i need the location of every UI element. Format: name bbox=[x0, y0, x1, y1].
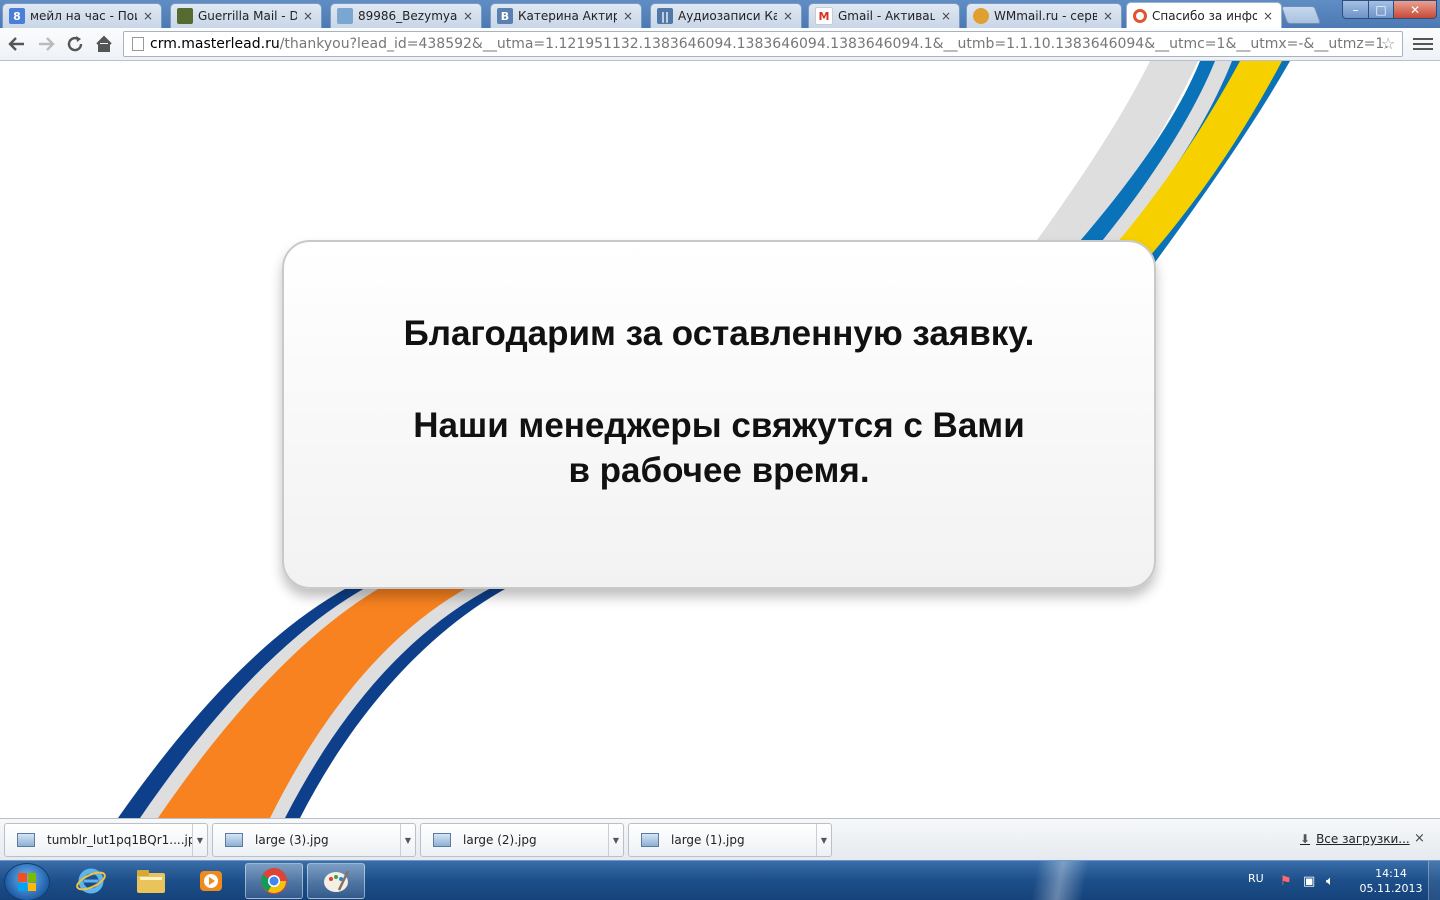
page-icon bbox=[132, 37, 144, 51]
tab-close-icon[interactable]: × bbox=[1101, 9, 1115, 23]
download-filename: large (2).jpg bbox=[463, 833, 537, 847]
close-window-button[interactable]: ✕ bbox=[1393, 0, 1437, 19]
file-explorer-icon[interactable] bbox=[122, 863, 180, 899]
show-desktop-button[interactable] bbox=[1428, 861, 1440, 900]
dropdown-arrow-icon[interactable]: ▼ bbox=[400, 824, 415, 856]
tab-title: Guerrilla Mail - Disp bbox=[198, 9, 297, 23]
tab-title: Аудиозаписи Катер bbox=[678, 9, 777, 23]
paint-icon[interactable] bbox=[307, 863, 365, 899]
audio-favicon-icon: || bbox=[657, 8, 673, 24]
start-button[interactable] bbox=[4, 863, 50, 900]
tab-close-icon[interactable]: × bbox=[1261, 9, 1275, 23]
browser-toolbar: crm.masterlead.ru/thankyou?lead_id=43859… bbox=[0, 28, 1440, 61]
action-center-flag-icon[interactable]: ⚑ bbox=[1280, 874, 1292, 889]
download-filename: large (3).jpg bbox=[255, 833, 329, 847]
bookmark-star-icon[interactable]: ☆ bbox=[1381, 34, 1395, 53]
system-tray: RU ⚑ ▣ 🔈︎ 14:14 05.11.2013 bbox=[1240, 861, 1440, 900]
download-item[interactable]: large (3).jpg ▼ bbox=[212, 823, 416, 857]
tab-title: Gmail - Активация с bbox=[838, 9, 935, 23]
clock-date: 05.11.2013 bbox=[1359, 882, 1423, 895]
tab-1[interactable]: 8 мейл на час - Поис × bbox=[2, 3, 162, 28]
back-arrow-icon[interactable] bbox=[6, 33, 28, 55]
image-file-icon bbox=[17, 833, 35, 847]
tab-title: Катерина Актиранс bbox=[518, 9, 617, 23]
tab-5[interactable]: || Аудиозаписи Катер × bbox=[650, 3, 802, 28]
page-content: Благодарим за оставленную заявку. Наши м… bbox=[0, 61, 1440, 818]
tab-close-icon[interactable]: × bbox=[939, 9, 953, 23]
google-favicon-icon: 8 bbox=[9, 8, 25, 24]
network-icon[interactable]: ▣ bbox=[1303, 874, 1315, 889]
thank-you-card: Благодарим за оставленную заявку. Наши м… bbox=[282, 240, 1156, 589]
forward-arrow-icon[interactable] bbox=[35, 33, 57, 55]
guerrilla-favicon-icon bbox=[177, 8, 193, 24]
clock[interactable]: 14:14 05.11.2013 bbox=[1356, 866, 1426, 896]
site-favicon-icon bbox=[1133, 8, 1147, 23]
tab-title: Спасибо за инфор bbox=[1152, 8, 1257, 23]
wmmail-favicon-icon bbox=[973, 8, 989, 24]
show-all-downloads-link[interactable]: ⬇ Все загрузки... bbox=[1300, 832, 1410, 846]
url-path: /thankyou?lead_id=438592&__utma=1.121951… bbox=[279, 36, 1389, 52]
url-host: crm.masterlead.ru bbox=[150, 36, 280, 52]
tab-8-active[interactable]: Спасибо за инфор × bbox=[1126, 2, 1282, 28]
vk-favicon-icon: B bbox=[497, 8, 513, 24]
image-file-icon bbox=[641, 833, 659, 847]
tab-close-icon[interactable]: × bbox=[621, 9, 635, 23]
tab-close-icon[interactable]: × bbox=[301, 9, 315, 23]
tab-3[interactable]: 89986_Bezymyannyi × bbox=[330, 3, 482, 28]
image-file-icon bbox=[225, 833, 243, 847]
close-shelf-icon[interactable]: × bbox=[1414, 831, 1425, 846]
thank-you-heading: Благодарим за оставленную заявку. bbox=[403, 314, 1035, 353]
dropdown-arrow-icon[interactable]: ▼ bbox=[816, 824, 831, 856]
tab-title: WMmail.ru - сервис bbox=[994, 9, 1097, 23]
language-indicator[interactable]: RU bbox=[1248, 872, 1264, 885]
tab-2[interactable]: Guerrilla Mail - Disp × bbox=[170, 3, 322, 28]
gmail-favicon-icon: M bbox=[815, 7, 833, 25]
tab-close-icon[interactable]: × bbox=[141, 9, 155, 23]
windows-logo-icon bbox=[18, 873, 36, 891]
windows-taskbar: RU ⚑ ▣ 🔈︎ 14:14 05.11.2013 bbox=[0, 860, 1440, 900]
image-file-icon bbox=[433, 833, 451, 847]
menu-icon[interactable] bbox=[1413, 34, 1433, 54]
tab-7[interactable]: WMmail.ru - сервис × bbox=[966, 3, 1122, 28]
tab-close-icon[interactable]: × bbox=[461, 9, 475, 23]
internet-explorer-icon[interactable] bbox=[62, 863, 120, 899]
clock-time: 14:14 bbox=[1375, 867, 1407, 880]
home-icon[interactable] bbox=[93, 33, 115, 55]
tab-title: мейл на час - Поис bbox=[30, 9, 137, 23]
download-shelf: tumblr_lut1pq1BQr1....jpg ▼ large (3).jp… bbox=[0, 818, 1440, 860]
minimize-button[interactable]: – bbox=[1342, 0, 1369, 19]
message-line-2: в рабочее время. bbox=[568, 451, 870, 490]
download-item[interactable]: tumblr_lut1pq1BQr1....jpg ▼ bbox=[4, 823, 208, 857]
download-item[interactable]: large (2).jpg ▼ bbox=[420, 823, 624, 857]
tab-title: 89986_Bezymyannyi bbox=[358, 9, 457, 23]
address-bar[interactable]: crm.masterlead.ru/thankyou?lead_id=43859… bbox=[123, 31, 1403, 57]
new-tab-button[interactable] bbox=[1280, 6, 1322, 24]
download-arrow-icon: ⬇ bbox=[1300, 832, 1311, 846]
show-all-downloads-label: Все загрузки... bbox=[1316, 832, 1410, 846]
dropdown-arrow-icon[interactable]: ▼ bbox=[192, 824, 207, 856]
image-favicon-icon bbox=[337, 8, 353, 24]
reload-icon[interactable] bbox=[64, 33, 86, 55]
tab-6[interactable]: M Gmail - Активация с × bbox=[808, 3, 960, 28]
tab-4[interactable]: B Катерина Актиранс × bbox=[490, 3, 642, 28]
dropdown-arrow-icon[interactable]: ▼ bbox=[608, 824, 623, 856]
tab-close-icon[interactable]: × bbox=[781, 9, 795, 23]
download-item[interactable]: large (1).jpg ▼ bbox=[628, 823, 832, 857]
volume-icon[interactable]: 🔈︎ bbox=[1326, 874, 1334, 889]
tab-strip: 8 мейл на час - Поис × Guerrilla Mail - … bbox=[0, 0, 1440, 28]
thank-you-message: Наши менеджеры свяжутся с Вами в рабочее… bbox=[284, 403, 1154, 493]
download-filename: large (1).jpg bbox=[671, 833, 745, 847]
maximize-button[interactable]: □ bbox=[1368, 0, 1394, 19]
download-filename: tumblr_lut1pq1BQr1....jpg bbox=[47, 833, 192, 847]
media-player-icon[interactable] bbox=[182, 863, 240, 899]
chrome-icon[interactable] bbox=[245, 863, 303, 899]
message-line-1: Наши менеджеры свяжутся с Вами bbox=[413, 406, 1025, 445]
